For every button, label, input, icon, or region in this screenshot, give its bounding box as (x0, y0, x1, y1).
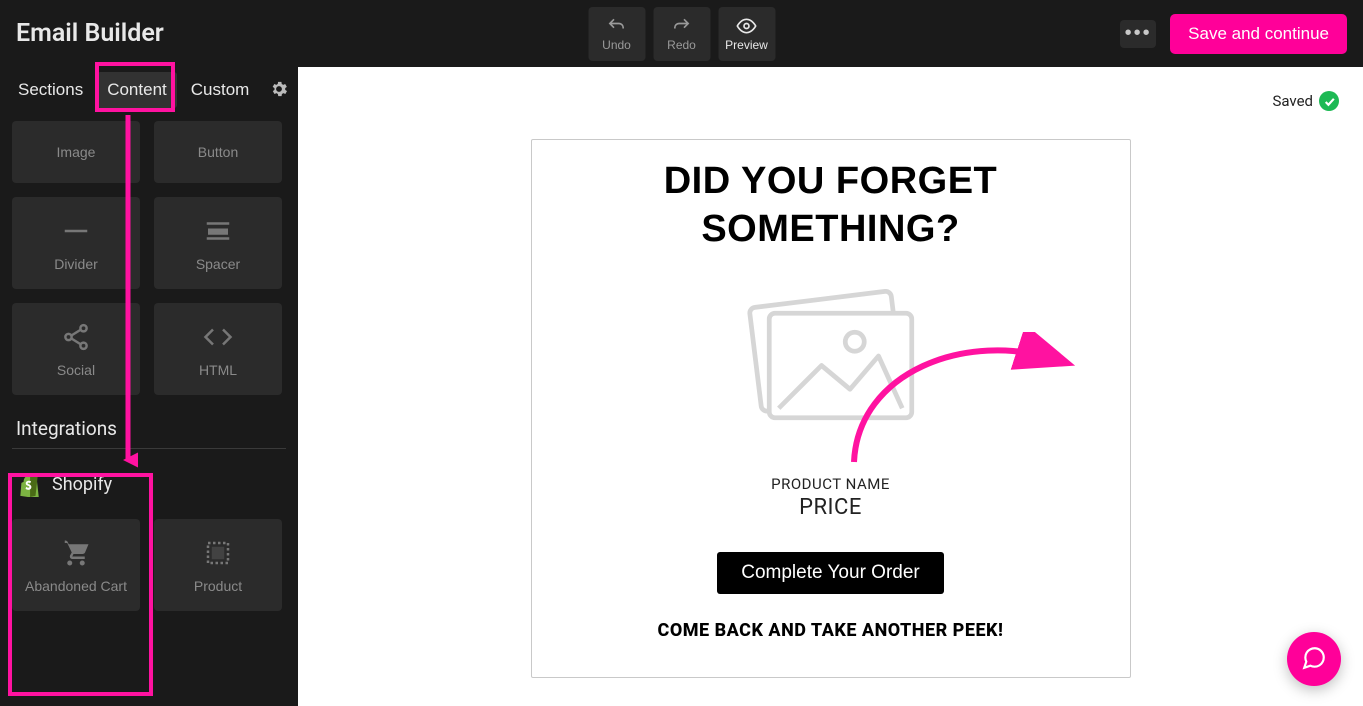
block-social-label: Social (57, 362, 95, 378)
shopify-label: Shopify (52, 474, 112, 495)
block-abandoned-cart[interactable]: Abandoned Cart (12, 519, 140, 611)
tab-content[interactable]: Content (97, 72, 177, 108)
settings-button[interactable] (263, 73, 295, 108)
divider-icon (61, 214, 91, 248)
preview-label: Preview (725, 38, 768, 52)
email-heading-line1: DID YOU FORGET (664, 160, 998, 202)
saved-indicator: Saved (1272, 91, 1339, 111)
canvas[interactable]: Saved DID YOU FORGET SOMETHING? (298, 67, 1363, 706)
block-html[interactable]: HTML (154, 303, 282, 395)
integration-shopify: Shopify (12, 467, 286, 505)
code-icon (203, 320, 233, 354)
save-button[interactable]: Save and continue (1170, 14, 1347, 54)
product-price: PRICE (562, 495, 1100, 520)
redo-label: Redo (667, 38, 696, 52)
email-heading-line2: SOMETHING? (701, 208, 959, 250)
product-icon (203, 536, 233, 570)
sidebar-tabs: Sections Content Custom (0, 67, 298, 113)
block-divider-label: Divider (54, 256, 98, 272)
block-product-label: Product (194, 578, 242, 594)
undo-button[interactable]: Undo (588, 7, 645, 61)
spacer-icon (203, 214, 233, 248)
block-image[interactable]: Image (12, 121, 140, 183)
tab-sections[interactable]: Sections (8, 72, 93, 108)
block-html-label: HTML (199, 362, 237, 378)
block-product[interactable]: Product (154, 519, 282, 611)
product-name: PRODUCT NAME (562, 475, 1100, 493)
product-image-placeholder (562, 271, 1100, 471)
saved-label: Saved (1272, 92, 1313, 110)
block-button-label: Button (198, 144, 238, 160)
sidebar: Sections Content Custom Image Button Div… (0, 67, 298, 706)
content-blocks: Image Button Divider Spacer (0, 113, 298, 623)
page-title: Email Builder (16, 19, 164, 48)
top-center-actions: Undo Redo Preview (588, 7, 775, 61)
help-fab-button[interactable] (1287, 632, 1341, 686)
block-social[interactable]: Social (12, 303, 140, 395)
tab-custom[interactable]: Custom (181, 72, 260, 108)
block-spacer-label: Spacer (196, 256, 240, 272)
block-divider[interactable]: Divider (12, 197, 140, 289)
check-icon (1319, 91, 1339, 111)
main: Sections Content Custom Image Button Div… (0, 67, 1363, 706)
email-preview[interactable]: DID YOU FORGET SOMETHING? PRODUCT NAME P… (531, 139, 1131, 678)
email-heading: DID YOU FORGET SOMETHING? (562, 158, 1100, 253)
block-button[interactable]: Button (154, 121, 282, 183)
block-abandoned-cart-label: Abandoned Cart (25, 578, 127, 594)
integrations-title: Integrations (12, 409, 286, 449)
cart-icon (61, 536, 91, 570)
redo-button[interactable]: Redo (653, 7, 710, 61)
block-spacer[interactable]: Spacer (154, 197, 282, 289)
more-menu-button[interactable]: ••• (1120, 20, 1156, 48)
top-bar: Email Builder Undo Redo Preview ••• Save… (0, 0, 1363, 67)
block-image-label: Image (57, 144, 96, 160)
preview-button[interactable]: Preview (718, 7, 775, 61)
chat-icon (1301, 645, 1327, 674)
gear-icon (269, 79, 289, 102)
top-right-actions: ••• Save and continue (1120, 14, 1347, 54)
email-subheading: COME BACK AND TAKE ANOTHER PEEK! (562, 620, 1100, 641)
undo-label: Undo (602, 38, 631, 52)
complete-order-button[interactable]: Complete Your Order (717, 552, 944, 594)
shopify-icon (16, 471, 42, 497)
share-icon (61, 320, 91, 354)
